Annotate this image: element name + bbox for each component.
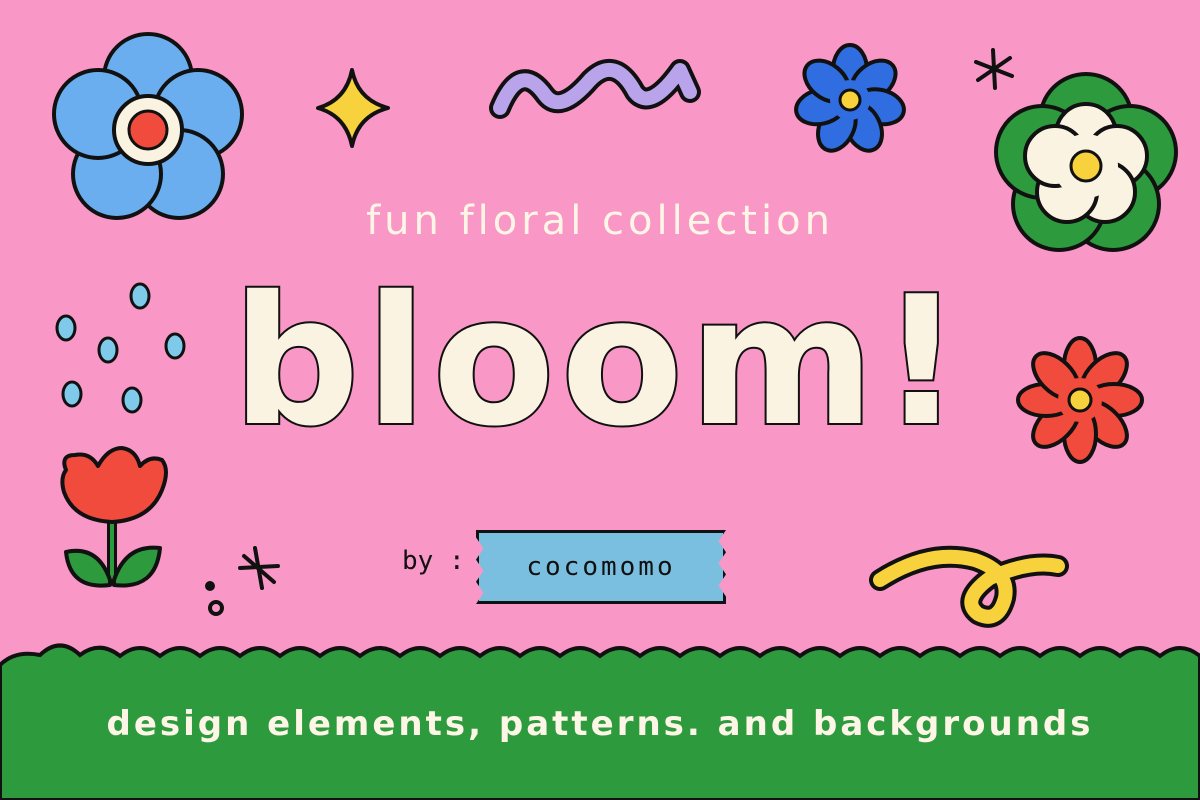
- title-text: bloom!: [230, 258, 968, 465]
- small-blue-flower-icon: [794, 43, 906, 153]
- author-tape: cocomomo: [476, 530, 726, 604]
- footer-text: design elements, patterns. and backgroun…: [106, 704, 1094, 744]
- cover-canvas: fun floral collection bloom! by : cocomo…: [0, 0, 1200, 800]
- sparkle-icon: [316, 68, 390, 148]
- asterisk-small-icon: [205, 546, 280, 616]
- byline-prefix: by :: [402, 546, 465, 576]
- author-name: cocomomo: [526, 552, 676, 582]
- squiggle-icon: [489, 59, 701, 119]
- curl-icon: [869, 545, 1069, 628]
- tulip-icon: [60, 446, 168, 588]
- asterisk-icon: [974, 48, 1014, 90]
- blue-flower-icon: [52, 32, 244, 220]
- subtitle-text: fun floral collection: [366, 198, 834, 244]
